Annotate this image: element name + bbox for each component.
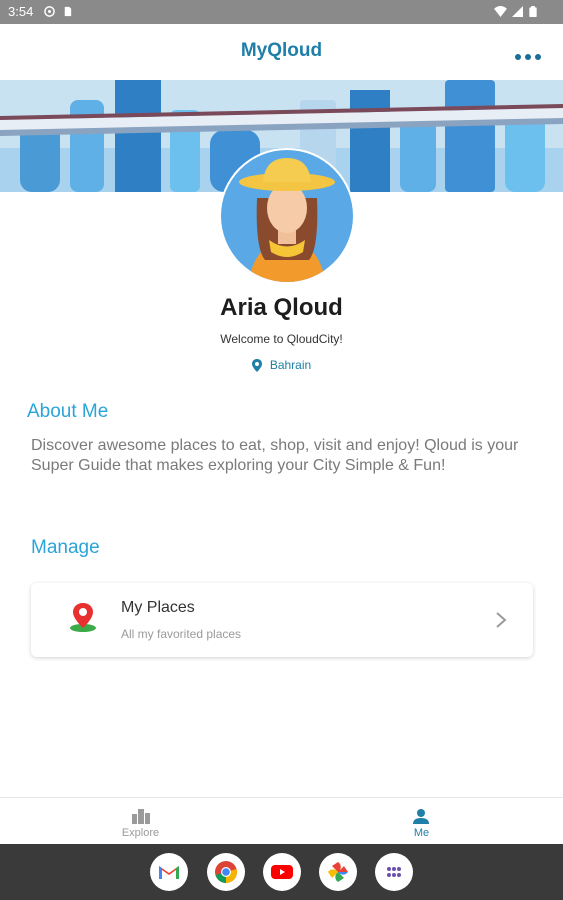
avatar[interactable]	[219, 148, 355, 284]
map-pin-icon	[70, 603, 96, 632]
status-bar: 3:54	[0, 0, 563, 24]
avatar-illustration	[221, 150, 353, 282]
app-bar: MyQloud	[0, 24, 563, 80]
more-horizontal-icon[interactable]	[515, 54, 541, 62]
settings-icon	[44, 6, 55, 17]
sd-card-icon	[64, 6, 72, 17]
app-drawer-icon[interactable]	[375, 853, 413, 891]
my-places-title: My Places	[121, 599, 195, 616]
status-time: 3:54	[8, 4, 34, 19]
battery-icon	[529, 6, 537, 17]
about-text: Discover awesome places to eat, shop, vi…	[31, 437, 519, 474]
about-title: About Me	[27, 401, 109, 422]
app-logo: MyQloud	[240, 40, 323, 61]
welcome-message: Welcome to QloudCity!	[220, 332, 343, 346]
gmail-icon[interactable]	[150, 853, 188, 891]
nav-item-me[interactable]: Me	[281, 798, 562, 845]
city-icon	[132, 809, 150, 824]
photos-icon[interactable]	[319, 853, 357, 891]
chrome-icon[interactable]	[207, 853, 245, 891]
person-icon	[413, 809, 429, 824]
profile-name: Aria Qloud	[220, 294, 343, 321]
signal-icon	[512, 6, 523, 17]
profile-location: Bahrain	[0, 358, 563, 372]
android-dock	[0, 844, 563, 900]
chevron-right-icon	[496, 612, 507, 628]
manage-title: Manage	[31, 537, 100, 558]
location-text: Bahrain	[269, 358, 312, 372]
bottom-nav: Explore Me	[0, 797, 563, 845]
wifi-icon	[494, 6, 507, 17]
my-places-card[interactable]: My Places All my favorited places	[31, 583, 533, 657]
nav-label-me: Me	[413, 827, 430, 839]
location-pin-icon	[251, 359, 262, 372]
nav-item-explore[interactable]: Explore	[0, 798, 281, 845]
youtube-icon[interactable]	[263, 853, 301, 891]
my-places-subtitle: All my favorited places	[121, 627, 242, 641]
nav-label-explore: Explore	[121, 827, 160, 839]
